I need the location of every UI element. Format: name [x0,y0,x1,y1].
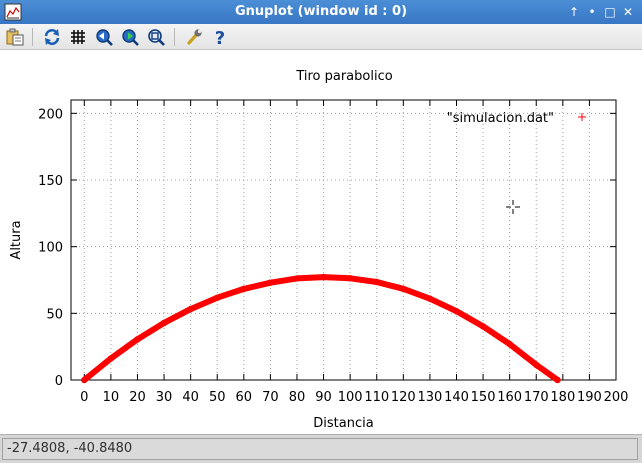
x-tick-label: 10 [103,390,120,405]
y-tick-label: 150 [38,174,63,189]
x-tick-label: 100 [338,390,363,405]
data-point [214,294,221,301]
x-tick-label: 150 [471,390,496,405]
x-tick-label: 180 [550,390,575,405]
x-tick-label: 0 [80,390,88,405]
x-tick-label: 160 [497,390,522,405]
x-tick-label: 70 [262,390,279,405]
replot-icon[interactable] [42,27,62,47]
y-tick-label: 100 [38,241,63,256]
close-button[interactable]: ✕ [620,4,636,20]
copy-to-clipboard-icon[interactable] [5,27,25,47]
title-bar[interactable]: Gnuplot (window id : 0) ↑ • □ ✕ [0,0,642,24]
x-tick-label: 60 [236,390,253,405]
data-point [107,355,115,362]
minimize-button[interactable]: • [584,4,600,20]
series-trajectory [81,274,561,383]
data-point [453,308,460,315]
x-tick-label: 90 [315,390,332,405]
plot-canvas[interactable]: 0 10 20 30 40 50 60 70 80 90 100 110 120 130 140 150 160… [0,51,642,434]
x-tick-label: 110 [364,390,389,405]
x-tick-label: 50 [209,390,226,405]
y-tick-label: 200 [38,107,63,122]
plot-border [70,99,617,381]
data-point [479,323,487,330]
data-point [400,285,407,292]
data-point [426,295,434,302]
data-point [373,278,380,286]
y-tick-label: 50 [46,307,63,322]
x-tick-label: 190 [577,390,602,405]
data-point [533,361,540,368]
y-tick-label: 0 [55,374,63,389]
data-point [160,319,168,327]
x-tick-label: 170 [524,390,549,405]
data-point [240,285,248,293]
autoscale-icon[interactable] [146,27,166,47]
data-point [346,275,354,282]
x-tick-label: 200 [604,390,629,405]
zoom-forward-icon[interactable] [120,27,140,47]
y-axis-label: Altura [9,220,24,259]
x-tick-label: 130 [417,390,442,405]
keep-above-button[interactable]: ↑ [566,4,582,20]
x-tick-label: 80 [289,390,306,405]
toolbar-separator [174,28,175,46]
window-title: Gnuplot (window id : 0) [234,4,408,19]
zoom-back-icon[interactable] [94,27,114,47]
data-point [134,336,141,343]
data-point [81,376,88,384]
toolbar-separator [32,28,33,46]
legend-label: "simulacion.dat" [447,111,554,126]
settings-wrench-icon[interactable] [184,27,204,47]
grid-icon[interactable] [68,27,88,47]
x-tick-label: 140 [444,390,469,405]
data-point [293,275,301,282]
chart-svg[interactable]: 0 10 20 30 40 50 60 70 80 90 100 110 120 130 140 150 160… [0,51,642,434]
x-tick-label: 20 [129,390,146,405]
maximize-button[interactable]: □ [602,4,618,20]
x-tick-label: 120 [391,390,416,405]
help-icon[interactable]: ? [210,27,230,47]
x-tick-label: 40 [182,390,199,405]
toolbar: ? [0,24,642,50]
chart-title: Tiro parabolico [295,69,392,84]
data-point [554,376,561,384]
data-point [187,305,194,313]
data-point [267,279,274,286]
data-point [320,273,327,281]
mouse-coordinates: -27.4808, -40.8480 [2,438,638,460]
data-point [506,340,513,348]
x-tick-label: 30 [156,390,173,405]
svg-text:?: ? [215,28,225,47]
x-axis-label: Distancia [313,416,373,431]
gnuplot-window: Gnuplot (window id : 0) ↑ • □ ✕ ? 0 10 2… [0,0,642,463]
status-bar: -27.4808, -40.8480 [0,434,642,463]
